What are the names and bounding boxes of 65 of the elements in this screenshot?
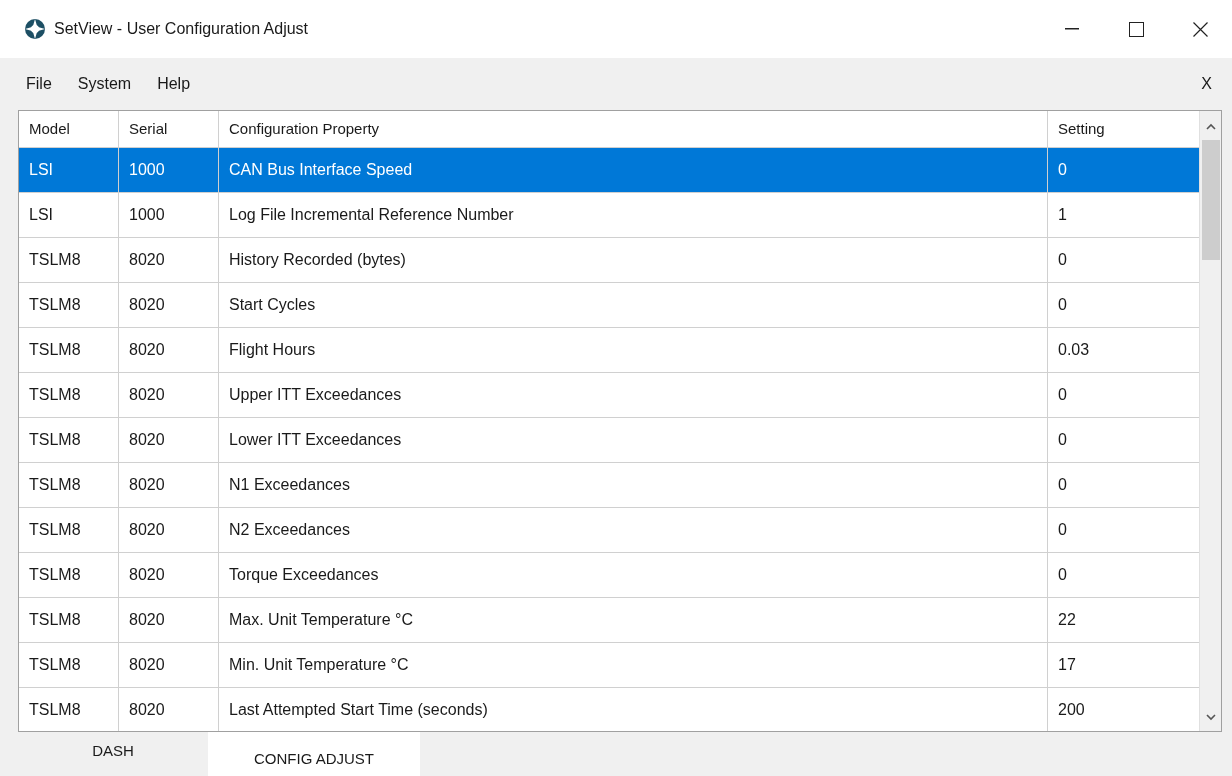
table-cell: TSLM8	[19, 553, 119, 597]
table-row[interactable]: LSI 1000 Log File Incremental Reference Number 1	[19, 193, 1200, 238]
menu-item[interactable]: File	[26, 72, 52, 96]
table-cell: TSLM8	[19, 418, 119, 462]
table-row[interactable]: TSLM8 8020 Upper ITT Exceedances 0	[19, 373, 1200, 418]
minimize-icon	[1065, 28, 1079, 30]
table-cell: Lower ITT Exceedances	[219, 418, 1048, 462]
menu-item[interactable]: Help	[157, 72, 191, 96]
table-row[interactable]: TSLM8 8020 Torque Exceedances 0	[19, 553, 1200, 598]
table-cell: 8020	[119, 463, 219, 507]
table-row[interactable]: TSLM8 8020 Max. Unit Temperature °C 22	[19, 598, 1200, 643]
table-cell: 8020	[119, 508, 219, 552]
column-header[interactable]: Model	[19, 111, 119, 147]
scrollbar[interactable]	[1199, 111, 1221, 731]
table-cell: TSLM8	[19, 508, 119, 552]
table-cell: 8020	[119, 418, 219, 462]
table-cell: N1 Exceedances	[219, 463, 1048, 507]
table-cell: 8020	[119, 643, 219, 687]
menu-item[interactable]: System	[77, 72, 132, 96]
table-cell: 1000	[119, 148, 219, 192]
table-cell: TSLM8	[19, 238, 119, 282]
table-cell: TSLM8	[19, 283, 119, 327]
table-row[interactable]: TSLM8 8020 Lower ITT Exceedances 0	[19, 418, 1200, 463]
table-row[interactable]: LSI 1000 CAN Bus Interface Speed 0	[19, 148, 1200, 193]
column-header[interactable]: Configuration Property	[219, 111, 1048, 147]
table-cell: Flight Hours	[219, 328, 1048, 372]
scrollbar-thumb[interactable]	[1201, 140, 1220, 260]
table-cell: LSI	[19, 148, 119, 192]
table-row[interactable]: TSLM8 8020 N1 Exceedances 0	[19, 463, 1200, 508]
table-cell: History Recorded (bytes)	[219, 238, 1048, 282]
table-cell: CAN Bus Interface Speed	[219, 148, 1048, 192]
table-cell: LSI	[19, 193, 119, 237]
table-row[interactable]: TSLM8 8020 Min. Unit Temperature °C 17	[19, 643, 1200, 688]
table-cell: Max. Unit Temperature °C	[219, 598, 1048, 642]
app-logo-icon	[24, 18, 46, 40]
table-cell: Log File Incremental Reference Number	[219, 193, 1048, 237]
table-cell: Upper ITT Exceedances	[219, 373, 1048, 417]
table-row[interactable]: TSLM8 8020 History Recorded (bytes) 0	[19, 238, 1200, 283]
table-cell: Min. Unit Temperature °C	[219, 643, 1048, 687]
table-cell: TSLM8	[19, 643, 119, 687]
scroll-down-icon[interactable]	[1205, 714, 1216, 721]
table-row[interactable]: TSLM8 8020 N2 Exceedances 0	[19, 508, 1200, 553]
table-cell: 8020	[119, 328, 219, 372]
scroll-up-icon[interactable]	[1205, 123, 1216, 130]
window-title: SetView - User Configuration Adjust	[54, 19, 309, 39]
tab[interactable]: CONFIG ADJUST	[208, 732, 420, 776]
table-cell: 8020	[119, 283, 219, 327]
table-cell: Start Cycles	[219, 283, 1048, 327]
maximize-icon	[1128, 21, 1144, 37]
column-header[interactable]: Serial	[119, 111, 219, 147]
table-row[interactable]: TSLM8 8020 Flight Hours 0.03	[19, 328, 1200, 373]
table-cell: TSLM8	[19, 463, 119, 507]
table-cell: TSLM8	[19, 598, 119, 642]
table-cell: 8020	[119, 238, 219, 282]
table-cell: 8020	[119, 553, 219, 597]
table-row[interactable]: TSLM8 8020 Start Cycles 0	[19, 283, 1200, 328]
table-cell: 1000	[119, 193, 219, 237]
table-cell: 8020	[119, 598, 219, 642]
table-cell: 8020	[119, 373, 219, 417]
close-menu-button[interactable]: X	[1201, 72, 1212, 96]
table-cell: N2 Exceedances	[219, 508, 1048, 552]
table-cell: Torque Exceedances	[219, 553, 1048, 597]
table-cell: TSLM8	[19, 328, 119, 372]
table-cell: TSLM8	[19, 373, 119, 417]
close-icon	[1192, 21, 1208, 37]
